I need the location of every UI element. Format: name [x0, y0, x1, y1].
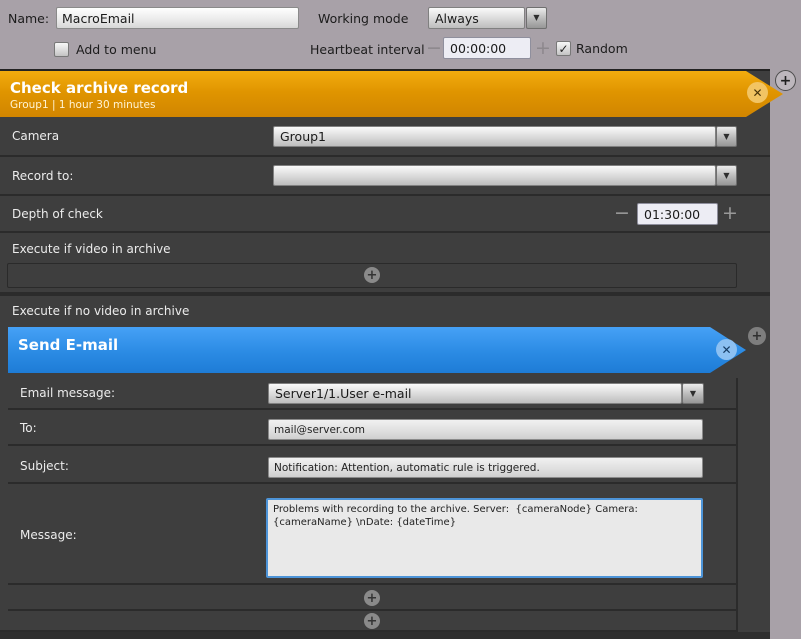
subject-input[interactable]	[268, 457, 703, 478]
chevron-down-icon: ▼	[533, 14, 539, 22]
working-mode-select[interactable]: Always	[428, 7, 525, 29]
subject-row: Subject:	[8, 446, 738, 484]
to-input[interactable]	[268, 419, 703, 440]
send-email-title: Send E-mail	[18, 336, 118, 354]
working-mode-label: Working mode	[318, 11, 408, 27]
email-message-select[interactable]: Server1/1.User e-mail	[268, 383, 682, 404]
chevron-down-icon: ▼	[723, 133, 729, 141]
name-input[interactable]	[56, 7, 299, 29]
email-message-dropdown-button[interactable]: ▼	[682, 383, 704, 404]
check-archive-subtitle: Group1 | 1 hour 30 minutes	[10, 99, 155, 111]
subject-label: Subject:	[20, 459, 69, 474]
message-row: Message: Problems with recording to the …	[8, 484, 738, 585]
camera-select[interactable]: Group1	[273, 126, 716, 147]
add-video-action-icon[interactable]: +	[364, 267, 380, 283]
random-label: Random	[576, 41, 628, 57]
email-message-value: Server1/1.User e-mail	[275, 386, 412, 401]
add-action-top-icon[interactable]: +	[775, 70, 796, 91]
record-to-row: Record to: ▼	[0, 157, 770, 196]
email-message-row: Email message: Server1/1.User e-mail ▼	[8, 378, 738, 410]
message-textarea[interactable]: Problems with recording to the archive. …	[266, 498, 703, 578]
depth-of-check-row: Depth of check − 01:30:00 +	[0, 196, 770, 233]
add-email-action-icon[interactable]: +	[364, 590, 380, 606]
record-to-label: Record to:	[12, 169, 73, 184]
macro-editor-window: Name: Working mode Always ▼ Add to menu …	[0, 0, 801, 639]
depth-of-check-field[interactable]: 01:30:00	[637, 203, 718, 225]
heartbeat-decrease-button[interactable]: −	[426, 38, 442, 58]
send-email-header: Send E-mail	[8, 327, 746, 373]
execute-if-video-section: Execute if video in archive +	[0, 233, 770, 292]
to-label: To:	[20, 421, 37, 436]
working-mode-dropdown-button[interactable]: ▼	[526, 7, 547, 29]
add-to-menu-label: Add to menu	[76, 42, 156, 58]
execute-if-no-video-label: Execute if no video in archive	[12, 304, 189, 319]
heartbeat-interval-label: Heartbeat interval	[310, 42, 425, 58]
heartbeat-interval-field[interactable]: 00:00:00	[443, 37, 531, 59]
message-label: Message:	[20, 528, 77, 543]
camera-value: Group1	[280, 129, 326, 144]
add-to-menu-checkbox[interactable]	[54, 42, 69, 57]
heartbeat-interval-value: 00:00:00	[450, 41, 506, 56]
add-no-video-action-icon[interactable]: +	[364, 613, 380, 629]
execute-if-video-label: Execute if video in archive	[12, 242, 171, 257]
camera-label: Camera	[12, 129, 59, 144]
heartbeat-increase-button[interactable]: +	[535, 38, 551, 58]
check-archive-header: Check archive record Group1 | 1 hour 30 …	[0, 71, 783, 117]
camera-row: Camera Group1 ▼	[0, 117, 770, 157]
chevron-down-icon: ▼	[723, 172, 729, 180]
camera-dropdown-button[interactable]: ▼	[716, 126, 737, 147]
working-mode-value: Always	[435, 11, 479, 26]
depth-of-check-label: Depth of check	[12, 207, 103, 222]
section-divider	[0, 292, 770, 296]
email-message-label: Email message:	[20, 386, 115, 401]
add-email-action-row: +	[8, 585, 738, 611]
panel-bottom-edge	[0, 632, 770, 639]
record-to-dropdown-button[interactable]: ▼	[716, 165, 737, 186]
chevron-down-icon: ▼	[690, 390, 696, 398]
depth-decrease-button[interactable]: −	[614, 203, 630, 223]
random-checkbox[interactable]: ✓	[556, 41, 571, 56]
name-label: Name:	[8, 11, 49, 27]
check-archive-title: Check archive record	[10, 79, 188, 97]
add-action-beside-email-icon[interactable]: +	[748, 327, 766, 345]
to-row: To:	[8, 410, 738, 446]
record-to-select[interactable]	[273, 165, 716, 186]
depth-of-check-value: 01:30:00	[644, 207, 700, 222]
depth-increase-button[interactable]: +	[722, 203, 738, 223]
add-no-video-action-row: +	[0, 611, 738, 632]
close-check-archive-icon[interactable]: ✕	[747, 82, 768, 103]
close-send-email-icon[interactable]: ✕	[716, 339, 737, 360]
